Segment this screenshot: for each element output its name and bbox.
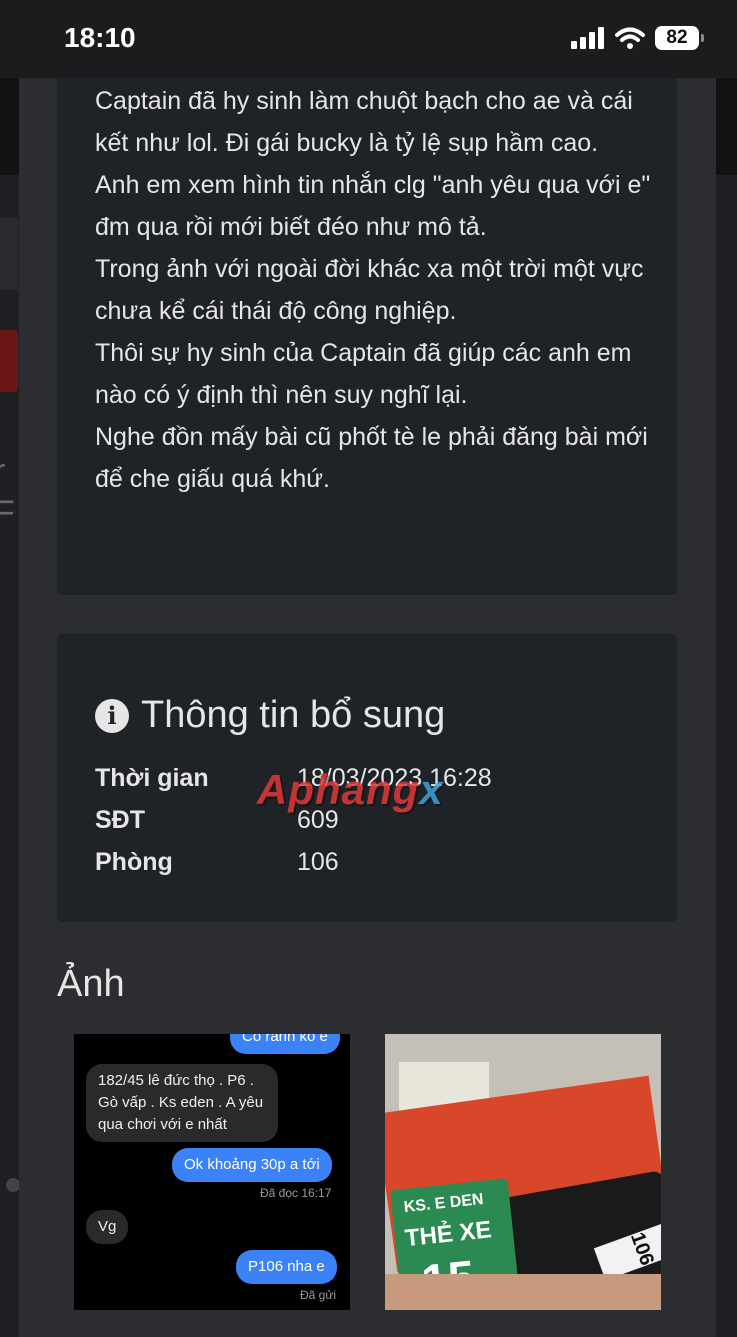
post-detail-modal: Captain đã hy sinh làm chuột bạch cho ae… xyxy=(19,78,716,1337)
signal-icon xyxy=(571,27,604,49)
status-bar: 18:10 82 xyxy=(0,0,737,78)
story-paragraph: Trong ảnh với ngoài đời khác xa một trời… xyxy=(95,255,644,325)
battery-icon: 82 xyxy=(655,26,704,50)
chat-bubble-in: Vg xyxy=(86,1210,129,1244)
info-row-room: Phòng 106 xyxy=(95,848,339,877)
story-text: Captain đã hy sinh làm chuột bạch cho ae… xyxy=(95,80,655,500)
wifi-icon xyxy=(615,27,645,49)
info-card: i Thông tin bổ sung Thời gian 18/03/2023 … xyxy=(57,634,677,922)
background-dot xyxy=(6,1178,20,1192)
story-paragraph: Anh em xem hình tin nhắn clg "anh yêu qu… xyxy=(95,171,651,241)
story-card: Captain đã hy sinh làm chuột bạch cho ae… xyxy=(57,78,677,595)
background-text: r xyxy=(0,452,5,491)
background-text: F xyxy=(0,494,15,532)
chat-sent-status: Đã gửi xyxy=(300,1288,337,1302)
story-paragraph: Nghe đồn mấy bài cũ phốt tè le phải đăng… xyxy=(95,423,648,493)
chat-bubble-in: 182/45 lê đức thọ . P6 . Gò vấp . Ks ede… xyxy=(86,1064,278,1142)
chat-bubble-out: P106 nha e xyxy=(236,1250,337,1284)
watermark-text: x xyxy=(419,766,444,813)
photo-chat-screenshot[interactable]: Có rảnh ko e 182/45 lê đức thọ . P6 . Gò… xyxy=(74,1034,350,1310)
info-heading: Thông tin bổ sung xyxy=(141,694,446,736)
card-text: THẺ XE xyxy=(403,1216,493,1253)
watermark-logo: Aphangx xyxy=(257,766,444,814)
chat-bubble-out: Ok khoảng 30p a tới xyxy=(172,1148,332,1182)
card-text: KS. E DEN xyxy=(402,1190,485,1217)
photo-hand xyxy=(385,1274,661,1310)
info-icon: i xyxy=(95,698,129,733)
info-value: 106 xyxy=(297,848,339,876)
photo-keycard[interactable]: KS. E DEN THẺ XE 15 106 xyxy=(385,1034,661,1310)
photos-heading: Ảnh xyxy=(57,963,125,1005)
background-button xyxy=(0,330,18,392)
background-element xyxy=(0,218,18,290)
story-paragraph: Captain đã hy sinh làm chuột bạch cho ae… xyxy=(95,87,633,157)
clock: 18:10 xyxy=(64,22,136,53)
story-paragraph: Thôi sự hy sinh của Captain đã giúp các … xyxy=(95,339,632,409)
info-title: i Thông tin bổ sung xyxy=(95,694,445,737)
watermark-text: Aphang xyxy=(257,766,420,813)
chat-bubble-out: Có rảnh ko e xyxy=(230,1034,340,1054)
info-label: Phòng xyxy=(95,848,173,876)
status-icons: 82 xyxy=(571,26,704,50)
chat-read-status: Đã đọc 16:17 xyxy=(260,1186,332,1200)
